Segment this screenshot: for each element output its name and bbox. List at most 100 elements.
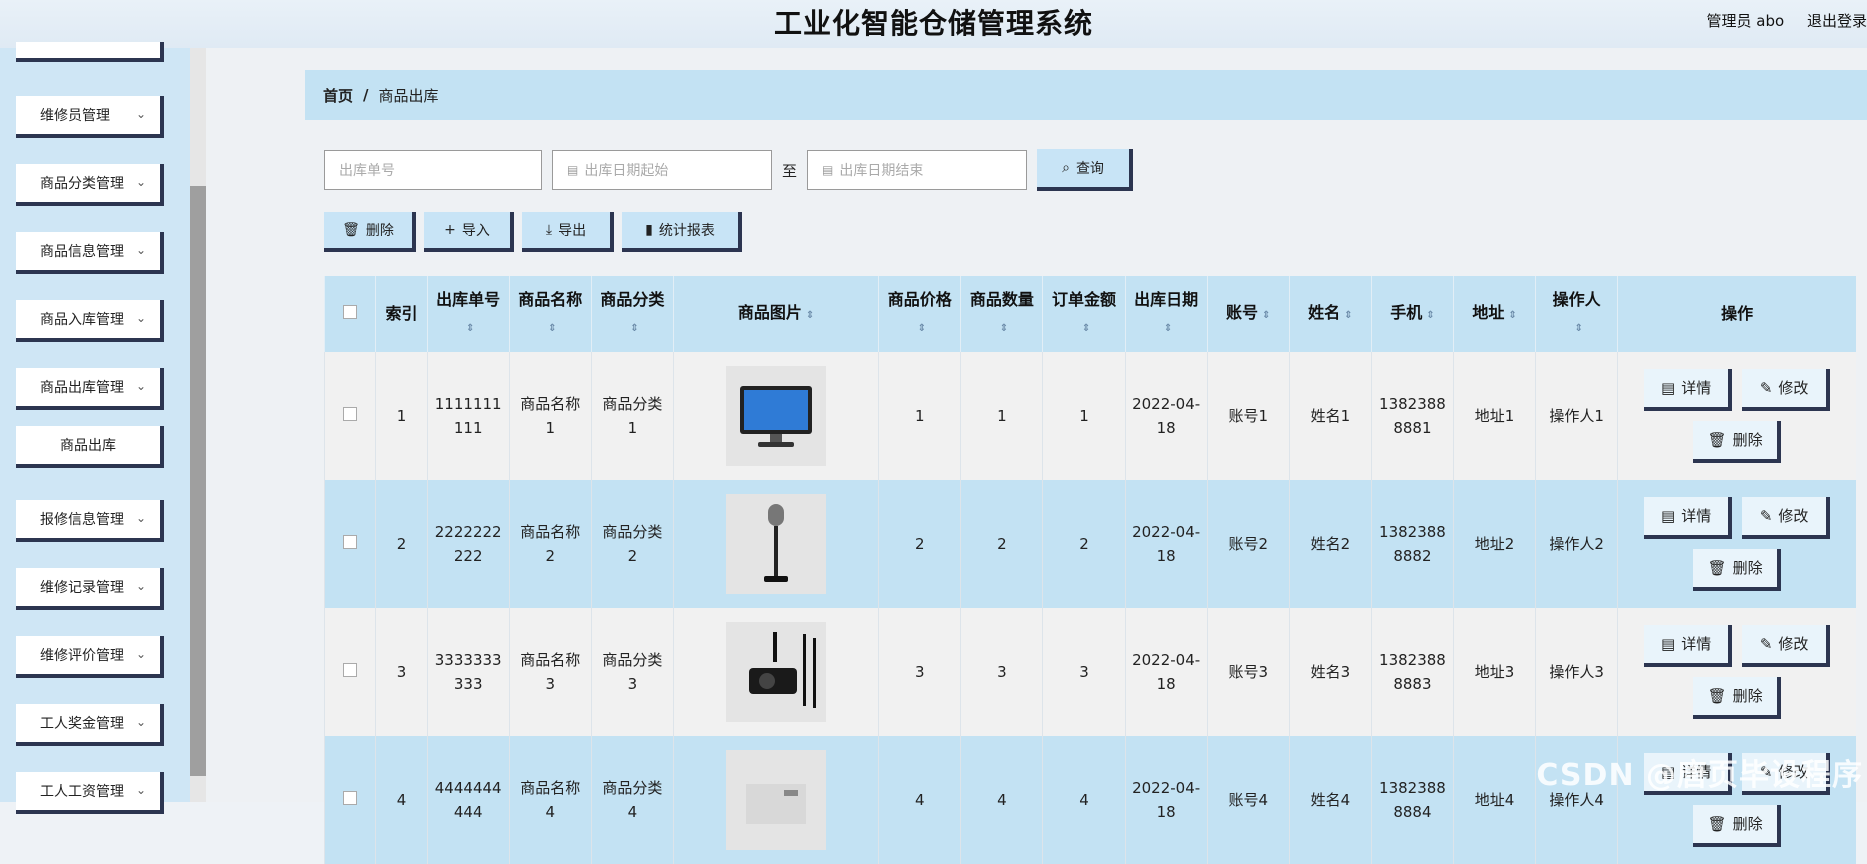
report-button[interactable]: ▮ 统计报表 bbox=[622, 212, 742, 252]
header-amount[interactable]: 订单金额 ⇕ bbox=[1042, 276, 1126, 352]
header-operator[interactable]: 操作人 ⇕ bbox=[1535, 276, 1618, 352]
sort-icon[interactable]: ⇕ bbox=[1508, 310, 1516, 321]
import-button[interactable]: + 导入 bbox=[424, 212, 514, 252]
batch-delete-button[interactable]: 🗑 删除 bbox=[324, 212, 416, 252]
sidebar-item-repair-info[interactable]: 报修信息管理 ⌄ bbox=[16, 500, 164, 542]
header-order-no[interactable]: 出库单号 ⇕ bbox=[426, 276, 510, 352]
header-person[interactable]: 姓名 ⇕ bbox=[1288, 276, 1372, 352]
row-checkbox[interactable] bbox=[343, 663, 358, 677]
breadcrumb-home[interactable]: 首页 bbox=[323, 85, 353, 106]
sort-icon[interactable]: ⇕ bbox=[1344, 310, 1352, 321]
header-account[interactable]: 账号 ⇕ bbox=[1206, 276, 1290, 352]
header-phone[interactable]: 手机 ⇕ bbox=[1370, 276, 1454, 352]
sidebar-item-repair-review[interactable]: 维修评价管理 ⌄ bbox=[16, 636, 164, 678]
sort-icon[interactable]: ⇕ bbox=[548, 323, 556, 334]
header-address[interactable]: 地址 ⇕ bbox=[1452, 276, 1536, 352]
delete-button[interactable]: 🗑 删除 bbox=[1693, 805, 1782, 847]
cell-person: 姓名4 bbox=[1288, 736, 1372, 864]
chevron-down-icon: ⌄ bbox=[135, 783, 146, 797]
select-all-checkbox[interactable] bbox=[343, 305, 358, 319]
product-image-projector-icon bbox=[726, 622, 827, 722]
sidebar-item-goods[interactable]: 商品信息管理 ⌄ bbox=[16, 232, 164, 274]
row-select-cell[interactable] bbox=[323, 480, 376, 608]
delete-label: 删除 bbox=[1732, 431, 1763, 449]
sort-icon[interactable]: ⇕ bbox=[806, 310, 814, 321]
detail-button[interactable]: ▤ 详情 bbox=[1644, 369, 1733, 411]
row-select-cell[interactable] bbox=[323, 736, 376, 864]
sort-icon[interactable]: ⇕ bbox=[1262, 310, 1270, 321]
sort-icon[interactable]: ⇕ bbox=[918, 323, 926, 334]
cell-category: 商品分类4 bbox=[590, 736, 674, 864]
sort-icon[interactable]: ⇕ bbox=[630, 323, 638, 334]
cell-actions: ▤ 详情 ✎ 修改 🗑 删除 bbox=[1617, 608, 1856, 736]
edit-label: 修改 bbox=[1778, 379, 1809, 397]
search-icon: ⌕ bbox=[1062, 160, 1070, 176]
trash-icon: 🗑 bbox=[1707, 815, 1727, 833]
header-qty[interactable]: 商品数量 ⇕ bbox=[960, 276, 1043, 352]
header-name[interactable]: 商品名称 ⇕ bbox=[508, 276, 592, 352]
detail-label: 详情 bbox=[1681, 507, 1712, 525]
delete-button[interactable]: 🗑 删除 bbox=[1693, 549, 1782, 591]
product-image-monitor-icon bbox=[726, 366, 827, 466]
user-box: 管理员 abo 退出登录 bbox=[1707, 10, 1867, 31]
trash-icon: 🗑 bbox=[342, 222, 360, 238]
date-start-input[interactable]: ▤ 出库日期起始 bbox=[552, 150, 772, 190]
sort-icon[interactable]: ⇕ bbox=[1574, 323, 1582, 334]
row-checkbox[interactable] bbox=[343, 535, 358, 549]
cell-actions: ▤ 详情 ✎ 修改 🗑 删除 bbox=[1617, 352, 1856, 480]
header-category[interactable]: 商品分类 ⇕ bbox=[590, 276, 674, 352]
header-date[interactable]: 出库日期 ⇕ bbox=[1124, 276, 1208, 352]
watermark: CSDN @唐页毕设程序 bbox=[1536, 758, 1863, 793]
cell-date: 2022-04-18 bbox=[1124, 352, 1208, 480]
edit-button[interactable]: ✎ 修改 bbox=[1742, 625, 1831, 667]
sidebar-item-outbound[interactable]: 商品出库管理 ⌄ bbox=[16, 368, 164, 410]
query-button[interactable]: ⌕ 查询 bbox=[1037, 149, 1134, 191]
export-button[interactable]: ⤓ 导出 bbox=[522, 212, 614, 252]
edit-label: 修改 bbox=[1778, 635, 1809, 653]
sidebar-item-repair-record[interactable]: 维修记录管理 ⌄ bbox=[16, 568, 164, 610]
sidebar-item-label: 维修评价管理 bbox=[40, 648, 124, 664]
edit-button[interactable]: ✎ 修改 bbox=[1742, 497, 1831, 539]
sort-icon[interactable]: ⇕ bbox=[466, 323, 474, 334]
header-label: 订单金额 bbox=[1052, 289, 1117, 309]
detail-button[interactable]: ▤ 详情 bbox=[1644, 625, 1733, 667]
sidebar-scrollbar-thumb[interactable] bbox=[190, 186, 206, 776]
header-image[interactable]: 商品图片 ⇕ bbox=[672, 276, 879, 352]
sort-icon[interactable]: ⇕ bbox=[1164, 323, 1172, 334]
row-checkbox[interactable] bbox=[343, 407, 358, 421]
sidebar-item-bonus[interactable]: 工人奖金管理 ⌄ bbox=[16, 704, 164, 746]
sort-icon[interactable]: ⇕ bbox=[1082, 323, 1090, 334]
order-no-input[interactable]: 出库单号 bbox=[324, 150, 542, 190]
import-label: 导入 bbox=[461, 223, 490, 239]
delete-button[interactable]: 🗑 删除 bbox=[1693, 677, 1782, 719]
row-checkbox[interactable] bbox=[343, 791, 358, 805]
row-select-cell[interactable] bbox=[323, 352, 376, 480]
download-icon: ⤓ bbox=[545, 222, 553, 238]
sidebar-item-partial[interactable] bbox=[16, 42, 164, 62]
sort-icon[interactable]: ⇕ bbox=[1000, 323, 1008, 334]
sidebar-item-category[interactable]: 商品分类管理 ⌄ bbox=[16, 164, 164, 206]
row-select-cell[interactable] bbox=[323, 608, 376, 736]
logout-link[interactable]: 退出登录 bbox=[1807, 12, 1867, 30]
cell-category: 商品分类3 bbox=[590, 608, 674, 736]
date-end-placeholder: 出库日期结束 bbox=[839, 163, 924, 179]
delete-button[interactable]: 🗑 删除 bbox=[1693, 421, 1782, 463]
pencil-icon: ✎ bbox=[1759, 635, 1773, 653]
sidebar-item-salary[interactable]: 工人工资管理 ⌄ bbox=[16, 772, 164, 814]
detail-button[interactable]: ▤ 详情 bbox=[1644, 497, 1733, 539]
header-label: 地址 bbox=[1472, 302, 1505, 322]
header-price[interactable]: 商品价格 ⇕ bbox=[878, 276, 961, 352]
sidebar-subitem-outbound[interactable]: 商品出库 bbox=[16, 426, 164, 468]
cell-qty: 4 bbox=[960, 736, 1043, 864]
sort-icon[interactable]: ⇕ bbox=[1426, 310, 1434, 321]
date-range-to-label: 至 bbox=[782, 161, 798, 180]
date-end-input[interactable]: ▤ 出库日期结束 bbox=[807, 150, 1028, 190]
cell-name: 商品名称3 bbox=[508, 608, 592, 736]
header-label: 姓名 bbox=[1308, 302, 1341, 322]
sidebar-item-inbound[interactable]: 商品入库管理 ⌄ bbox=[16, 300, 164, 342]
sidebar-item-repairer[interactable]: 维修员管理 ⌄ bbox=[16, 96, 164, 138]
cell-amount: 3 bbox=[1042, 608, 1126, 736]
edit-button[interactable]: ✎ 修改 bbox=[1742, 369, 1831, 411]
header-select-all[interactable] bbox=[323, 276, 376, 352]
breadcrumb: 首页 / 商品出库 bbox=[305, 70, 1867, 120]
